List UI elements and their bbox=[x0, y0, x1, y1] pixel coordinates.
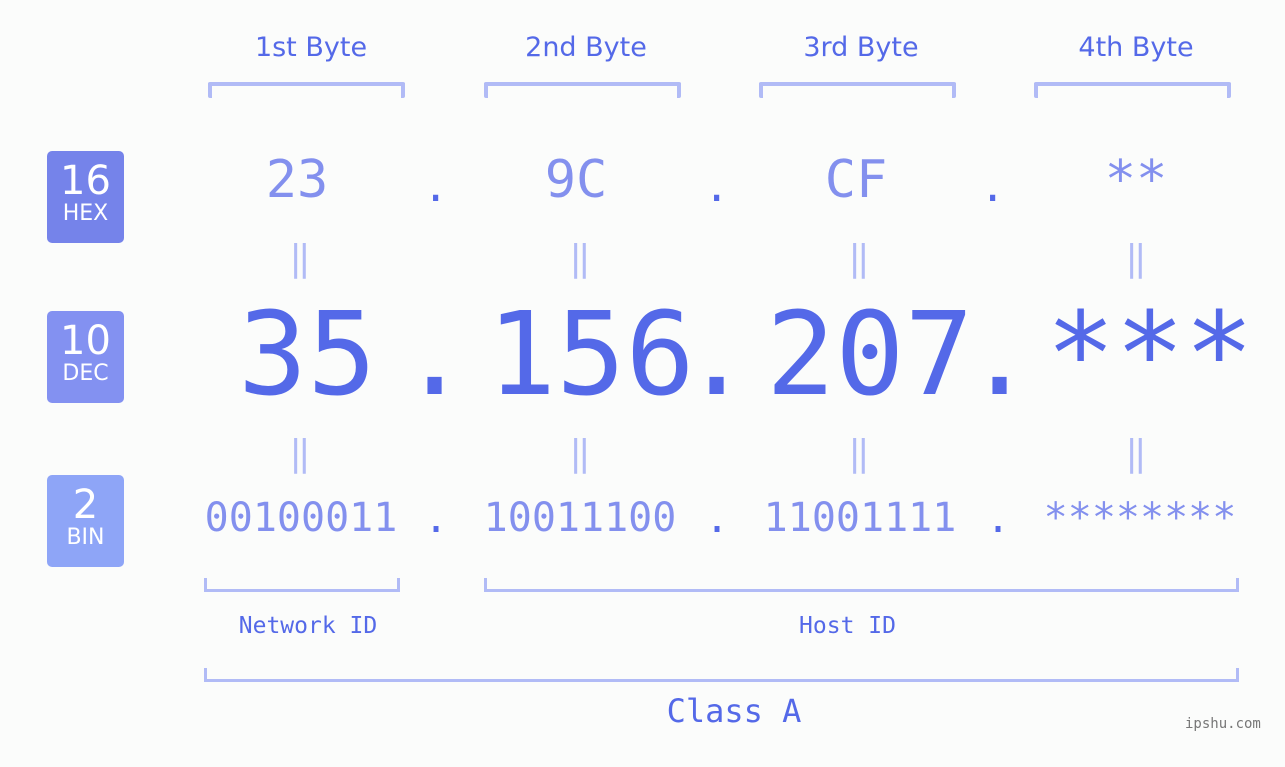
bin-separator-2: . bbox=[705, 496, 730, 542]
dec-badge: 10 DEC bbox=[47, 311, 124, 403]
hex-byte-3: CF bbox=[824, 150, 888, 210]
host-id-label: Host ID bbox=[799, 613, 896, 639]
class-bracket bbox=[204, 668, 1239, 682]
class-label: Class A bbox=[666, 692, 802, 730]
equals-icon: ‖ bbox=[289, 238, 311, 279]
bin-byte-1: 00100011 bbox=[204, 495, 398, 541]
byte-label-3: 3rd Byte bbox=[803, 32, 919, 63]
byte-label-4: 4th Byte bbox=[1078, 32, 1194, 63]
byte-label-1: 1st Byte bbox=[254, 32, 368, 63]
hex-byte-1: 23 bbox=[265, 150, 329, 210]
hex-badge: 16 HEX bbox=[47, 151, 124, 243]
hex-byte-4: ** bbox=[1104, 150, 1168, 210]
network-id-bracket bbox=[204, 578, 400, 592]
hex-separator-1: . bbox=[423, 162, 449, 211]
hex-base-label: HEX bbox=[62, 201, 109, 226]
bin-separator-1: . bbox=[424, 496, 449, 542]
dec-byte-4: *** bbox=[1046, 288, 1254, 422]
byte-bracket-2 bbox=[484, 82, 681, 98]
hex-byte-2: 9C bbox=[544, 150, 608, 210]
bin-byte-3: 11001111 bbox=[763, 495, 957, 541]
equals-icon: ‖ bbox=[569, 238, 591, 279]
host-id-bracket bbox=[484, 578, 1239, 592]
bin-base-label: BIN bbox=[66, 525, 105, 550]
hex-separator-2: . bbox=[704, 162, 730, 211]
equals-icon: ‖ bbox=[848, 238, 870, 279]
bin-badge: 2 BIN bbox=[47, 475, 124, 567]
hex-base-number: 16 bbox=[60, 158, 111, 204]
dec-base-label: DEC bbox=[62, 361, 109, 386]
bin-separator-3: . bbox=[986, 496, 1011, 542]
byte-bracket-1 bbox=[208, 82, 405, 98]
bin-base-number: 2 bbox=[72, 482, 99, 528]
dec-separator-1: . bbox=[400, 288, 470, 422]
equals-icon: ‖ bbox=[1125, 238, 1147, 279]
equals-icon: ‖ bbox=[569, 433, 591, 474]
dec-separator-2: . bbox=[682, 288, 752, 422]
equals-icon: ‖ bbox=[289, 433, 311, 474]
dec-byte-1: 35 bbox=[238, 288, 377, 422]
byte-bracket-3 bbox=[759, 82, 956, 98]
bin-byte-2: 10011100 bbox=[483, 495, 677, 541]
bin-byte-4: ******** bbox=[1043, 495, 1237, 541]
equals-icon: ‖ bbox=[848, 433, 870, 474]
equals-icon: ‖ bbox=[1125, 433, 1147, 474]
dec-byte-3: 207 bbox=[766, 288, 974, 422]
watermark: ipshu.com bbox=[1185, 716, 1261, 732]
dec-byte-2: 156 bbox=[487, 288, 695, 422]
hex-separator-3: . bbox=[980, 162, 1006, 211]
dec-separator-3: . bbox=[965, 288, 1035, 422]
byte-label-2: 2nd Byte bbox=[525, 32, 647, 63]
network-id-label: Network ID bbox=[238, 613, 378, 639]
dec-base-number: 10 bbox=[60, 318, 111, 364]
byte-bracket-4 bbox=[1034, 82, 1231, 98]
